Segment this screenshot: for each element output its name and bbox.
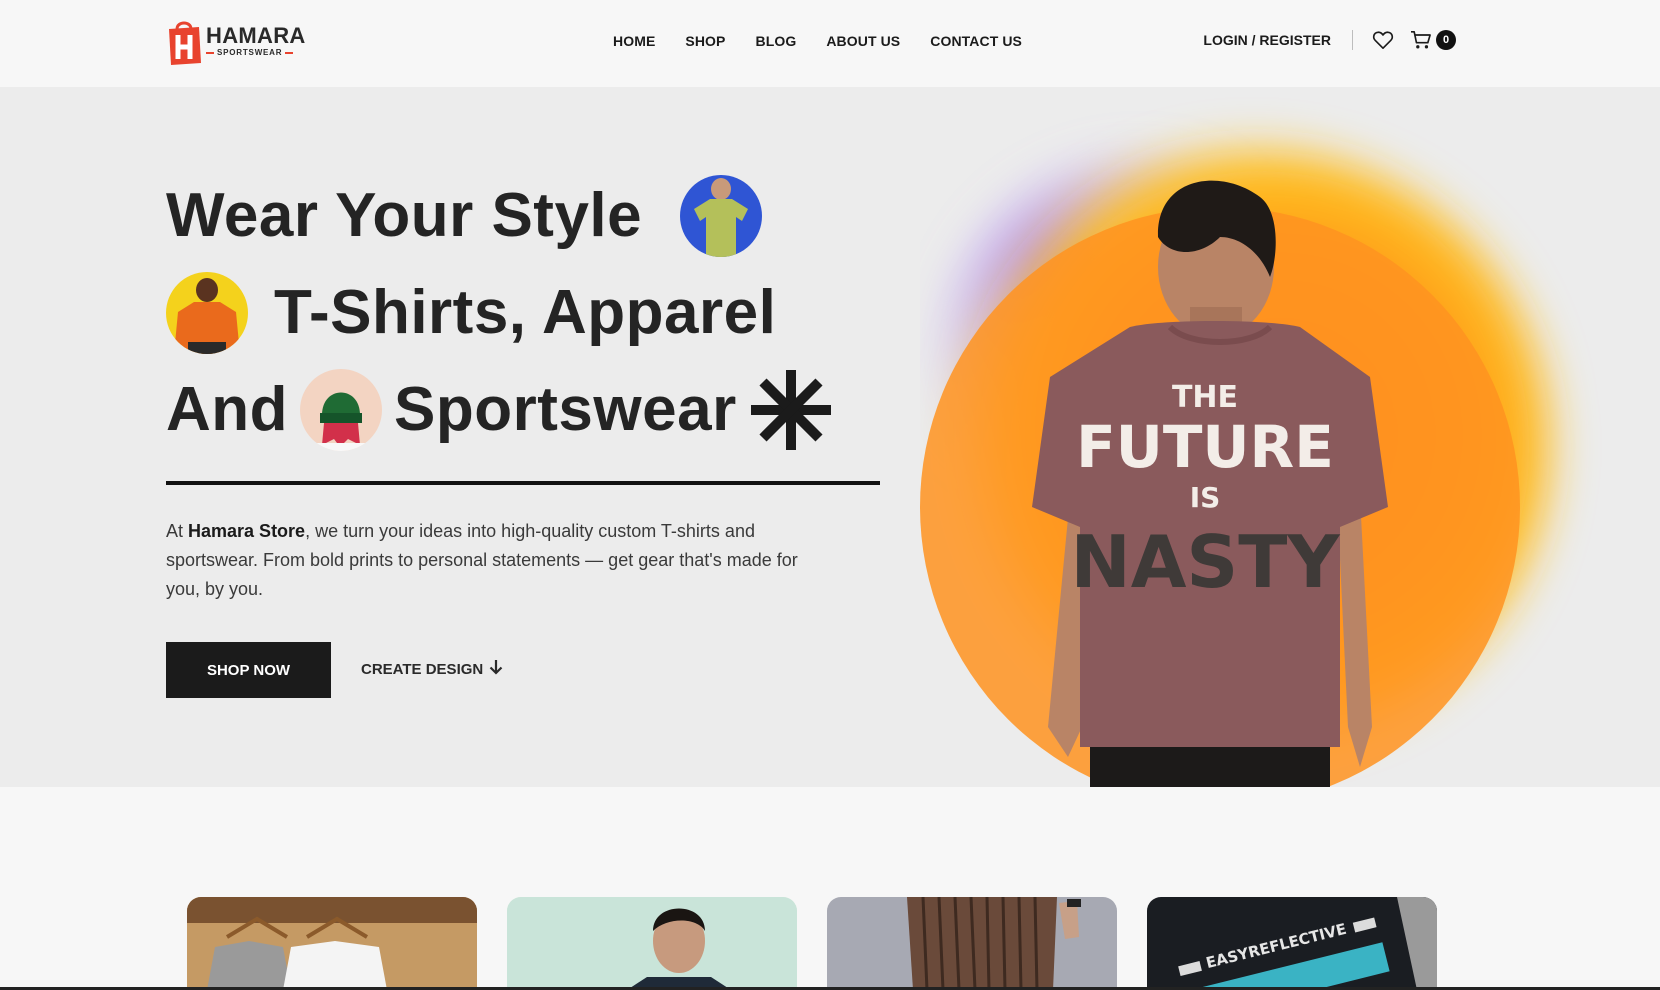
hero-headline: Wear Your Style T-Shirts, Apparel And Sp… [166, 167, 886, 458]
hero-section: Wear Your Style T-Shirts, Apparel And Sp… [0, 87, 1660, 787]
nav-contact-us[interactable]: CONTACT US [930, 33, 1022, 49]
headline-text: T-Shirts, Apparel [274, 278, 777, 347]
hero-description: At Hamara Store, we turn your ideas into… [166, 517, 806, 604]
logo[interactable]: HAMARA SPORTSWEAR [166, 17, 306, 65]
green-beanie-thumbnail [300, 368, 383, 451]
hero-model-image: THE FUTURE IS NASTY [920, 87, 1660, 787]
asterisk-icon [749, 368, 833, 452]
logo-brand: HAMARA [206, 23, 306, 48]
headline-text: And [166, 375, 289, 444]
category-cards: EASYREFLECTIVE [187, 897, 1437, 990]
logo-text: HAMARA SPORTSWEAR [206, 25, 306, 57]
site-header: HAMARA SPORTSWEAR HOME SHOP BLOG ABOUT U… [0, 0, 1660, 87]
logo-tagline-row: SPORTSWEAR [206, 49, 306, 57]
logo-bar [206, 52, 214, 54]
shirt-print-text: THE [1172, 380, 1238, 415]
card-reflective-label[interactable]: EASYREFLECTIVE [1147, 897, 1437, 990]
shopping-bag-logo-icon [166, 17, 202, 65]
login-register-link[interactable]: LOGIN / REGISTER [1203, 32, 1331, 48]
heart-icon[interactable] [1372, 30, 1394, 50]
shirt-print-text: IS [1190, 481, 1221, 514]
header-actions: LOGIN / REGISTER 0 [1203, 30, 1456, 50]
nav-blog[interactable]: BLOG [755, 33, 796, 49]
cart-button[interactable]: 0 [1410, 30, 1456, 50]
headline-text: Sportswear [394, 375, 737, 444]
headline-line-1: Wear Your Style [166, 167, 886, 264]
headline-text: Wear Your Style [166, 181, 643, 250]
nav-about-us[interactable]: ABOUT US [826, 33, 900, 49]
cart-count-badge: 0 [1436, 30, 1456, 50]
card-model-portrait[interactable] [507, 897, 797, 990]
shop-now-button[interactable]: SHOP NOW [166, 642, 331, 698]
create-design-label: CREATE DESIGN [361, 660, 484, 678]
card-striped-pants[interactable] [827, 897, 1117, 990]
create-design-button[interactable]: CREATE DESIGN [361, 659, 503, 679]
main-nav: HOME SHOP BLOG ABOUT US CONTACT US [613, 33, 1022, 49]
nav-home[interactable]: HOME [613, 33, 655, 49]
nav-shop[interactable]: SHOP [685, 33, 725, 49]
shirt-print-text: NASTY [1070, 520, 1340, 604]
logo-tagline: SPORTSWEAR [217, 48, 283, 57]
shirt-print-text: FUTURE [1076, 413, 1334, 481]
cart-icon [1410, 30, 1432, 50]
logo-bar [285, 52, 294, 54]
divider [1352, 30, 1353, 50]
headline-line-2: T-Shirts, Apparel [166, 264, 886, 361]
card-hangers-tshirts[interactable] [187, 897, 477, 990]
headline-line-3: And Sportswear [166, 361, 886, 458]
desc-brand: Hamara Store [188, 521, 306, 541]
green-tshirt-thumbnail [680, 174, 763, 257]
orange-sweater-thumbnail [166, 271, 248, 354]
headline-divider [166, 481, 880, 485]
desc-prefix: At [166, 521, 189, 541]
arrow-down-icon [489, 659, 503, 679]
